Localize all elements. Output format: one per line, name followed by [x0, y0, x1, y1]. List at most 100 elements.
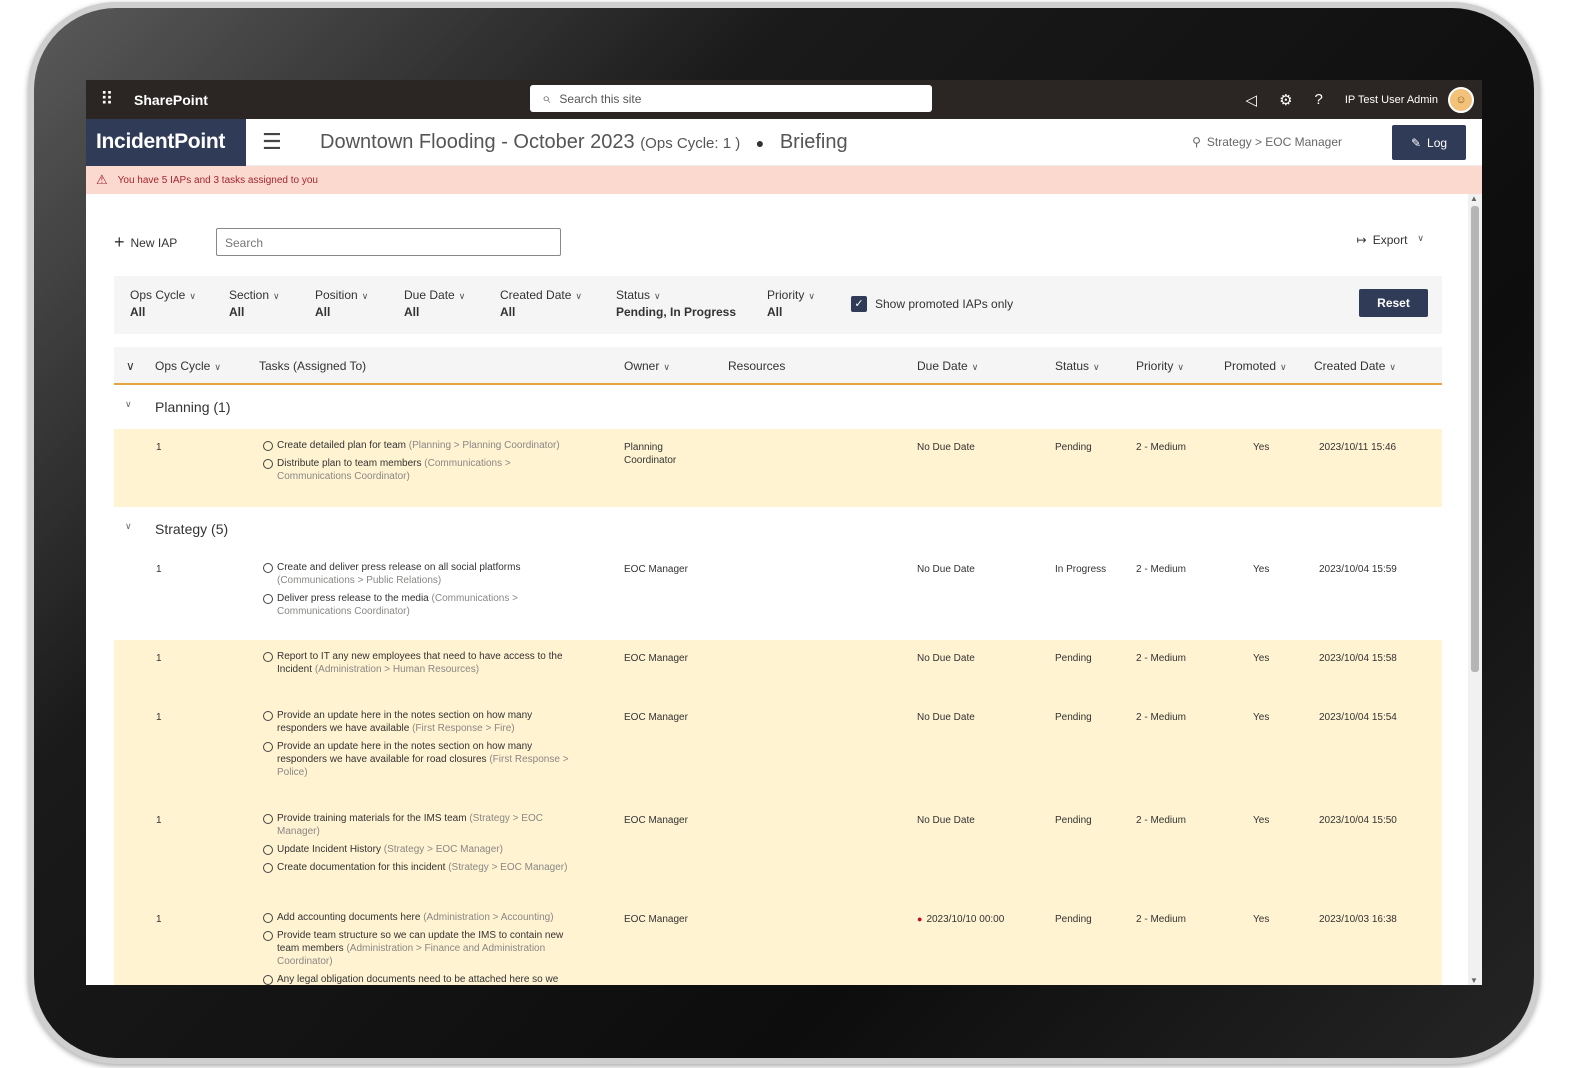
task-item[interactable]: Deliver press release to the media (Comm… — [263, 592, 583, 618]
menu-icon[interactable]: ☰ — [262, 129, 286, 155]
task-item[interactable]: Provide training materials for the IMS t… — [263, 812, 583, 838]
new-iap-button[interactable]: + New IAP — [114, 232, 177, 253]
filter-value: All — [229, 305, 245, 319]
megaphone-icon[interactable]: ◁ — [1246, 91, 1258, 109]
scroll-up-icon[interactable]: ▲ — [1470, 194, 1478, 203]
table-row[interactable]: 1 Report to IT any new employees that ne… — [114, 640, 1442, 699]
filter-value: All — [130, 305, 146, 319]
circle-icon[interactable] — [263, 441, 273, 451]
sharepoint-title[interactable]: SharePoint — [134, 92, 208, 108]
circle-icon[interactable] — [263, 814, 273, 824]
screen: ⠿ SharePoint ⌕ Search this site ◁ ⚙ ? IP… — [86, 80, 1482, 985]
scrollbar-thumb[interactable] — [1471, 206, 1479, 672]
col-ops-cycle[interactable]: Ops Cycle ∨ — [155, 359, 221, 373]
filter-ops-cycle[interactable]: Ops Cycle ∨ All — [130, 288, 196, 319]
filter-position[interactable]: Position ∨ All — [315, 288, 368, 319]
task-assignee: (Administration > Accounting) — [423, 912, 554, 923]
vertical-scrollbar[interactable]: ▲ ▼ — [1468, 194, 1482, 985]
alert-text[interactable]: You have 5 IAPs and 3 tasks assigned to … — [118, 175, 318, 186]
reset-button[interactable]: Reset — [1359, 289, 1428, 317]
circle-icon[interactable] — [263, 931, 273, 941]
circle-icon[interactable] — [263, 563, 273, 573]
group-header-planning[interactable]: ∨ Planning (1) — [114, 385, 1442, 429]
task-item[interactable]: Provide team structure so we can update … — [263, 929, 583, 968]
chevron-down-icon[interactable]: ∨ — [125, 399, 132, 410]
col-label: Priority — [1136, 359, 1174, 373]
table-row[interactable]: 1 Provide an update here in the notes se… — [114, 699, 1442, 802]
cell-promoted: Yes — [1253, 712, 1270, 723]
log-button[interactable]: ✎ Log — [1392, 125, 1466, 160]
task-item[interactable]: Provide an update here in the notes sect… — [263, 709, 583, 735]
promoted-only-checkbox[interactable]: ✓ Show promoted IAPs only — [851, 296, 1013, 312]
cell-tasks: Report to IT any new employees that need… — [263, 650, 583, 681]
task-item[interactable]: Create detailed plan for team (Planning … — [263, 439, 583, 452]
filter-label: Created Date — [500, 288, 572, 302]
table-row[interactable]: 1 Add accounting documents here (Adminis… — [114, 901, 1442, 985]
col-created-date[interactable]: Created Date ∨ — [1314, 359, 1396, 373]
col-priority[interactable]: Priority ∨ — [1136, 359, 1184, 373]
current-role[interactable]: ⚲ Strategy > EOC Manager — [1192, 135, 1342, 149]
task-item[interactable]: Distribute plan to team members (Communi… — [263, 457, 583, 483]
filter-due-date[interactable]: Due Date ∨ All — [404, 288, 465, 319]
col-due-date[interactable]: Due Date ∨ — [917, 359, 978, 373]
cell-priority: 2 - Medium — [1136, 653, 1187, 664]
chevron-down-icon[interactable]: ∨ — [125, 521, 132, 532]
site-search-input[interactable]: ⌕ Search this site — [530, 85, 932, 112]
new-iap-label: New IAP — [130, 235, 178, 250]
group-header-strategy[interactable]: ∨ Strategy (5) — [114, 507, 1442, 551]
circle-icon[interactable] — [263, 845, 273, 855]
filter-status[interactable]: Status ∨ Pending, In Progress — [616, 288, 736, 319]
cell-created-date: 2023/10/04 15:54 — [1319, 712, 1397, 723]
circle-icon[interactable] — [263, 652, 273, 662]
task-item[interactable]: Report to IT any new employees that need… — [263, 650, 583, 676]
export-button[interactable]: ↦ Export ∨ — [1357, 233, 1424, 247]
cell-promoted: Yes — [1253, 442, 1270, 453]
expand-all-chevron-icon[interactable]: ∨ — [126, 359, 135, 373]
cell-due-date: No Due Date — [917, 564, 975, 575]
col-status[interactable]: Status ∨ — [1055, 359, 1100, 373]
app-launcher-icon[interactable]: ⠿ — [86, 89, 126, 110]
circle-icon[interactable] — [263, 975, 273, 985]
cell-status: Pending — [1055, 914, 1092, 925]
task-item[interactable]: Add accounting documents here (Administr… — [263, 911, 583, 924]
task-item[interactable]: Any legal obligation documents need to b… — [263, 973, 583, 985]
task-item[interactable]: Update Incident History (Strategy > EOC … — [263, 843, 583, 856]
circle-icon[interactable] — [263, 594, 273, 604]
help-icon[interactable]: ? — [1315, 91, 1323, 108]
circle-icon[interactable] — [263, 742, 273, 752]
search-input[interactable]: Search — [216, 228, 561, 256]
table-row[interactable]: 1 Provide training materials for the IMS… — [114, 802, 1442, 901]
chevron-down-icon: ∨ — [1280, 362, 1287, 372]
circle-icon[interactable] — [263, 913, 273, 923]
incidentpoint-logo[interactable]: IncidentPoint — [86, 118, 246, 166]
avatar[interactable]: ☺ — [1448, 86, 1474, 113]
filter-priority[interactable]: Priority ∨ All — [767, 288, 815, 319]
filter-value: All — [315, 305, 331, 319]
scroll-down-icon[interactable]: ▼ — [1470, 976, 1478, 985]
title-separator-dot: ● — [755, 134, 765, 151]
task-item[interactable]: Create documentation for this incident (… — [263, 861, 583, 874]
ops-cycle-label: (Ops Cycle: 1 ) — [640, 134, 741, 152]
filter-section[interactable]: Section ∨ All — [229, 288, 280, 319]
cell-due-date: No Due Date — [917, 712, 975, 723]
user-name: IP Test User Admin — [1344, 93, 1438, 106]
table-row[interactable]: 1 Create detailed plan for team (Plannin… — [114, 429, 1442, 507]
cell-ops-cycle: 1 — [156, 712, 162, 723]
task-item[interactable]: Create and deliver press release on all … — [263, 561, 583, 587]
task-item[interactable]: Provide an update here in the notes sect… — [263, 740, 583, 779]
col-owner[interactable]: Owner ∨ — [624, 359, 670, 373]
cell-due-date: No Due Date — [917, 653, 975, 664]
col-promoted[interactable]: Promoted ∨ — [1224, 359, 1287, 373]
cell-due-date: ● 2023/10/10 00:00 — [917, 913, 1004, 926]
gear-icon[interactable]: ⚙ — [1279, 91, 1292, 109]
cell-tasks: Create and deliver press release on all … — [263, 561, 583, 623]
table-row[interactable]: 1 Create and deliver press release on al… — [114, 551, 1442, 640]
chevron-down-icon: ∨ — [808, 291, 815, 301]
circle-icon[interactable] — [263, 863, 273, 873]
log-icon: ✎ — [1410, 135, 1422, 150]
filter-created-date[interactable]: Created Date ∨ All — [500, 288, 582, 319]
circle-icon[interactable] — [263, 459, 273, 469]
task-text: Create documentation for this incident — [277, 862, 446, 873]
circle-icon[interactable] — [263, 711, 273, 721]
chevron-down-icon: ∨ — [1177, 362, 1184, 372]
